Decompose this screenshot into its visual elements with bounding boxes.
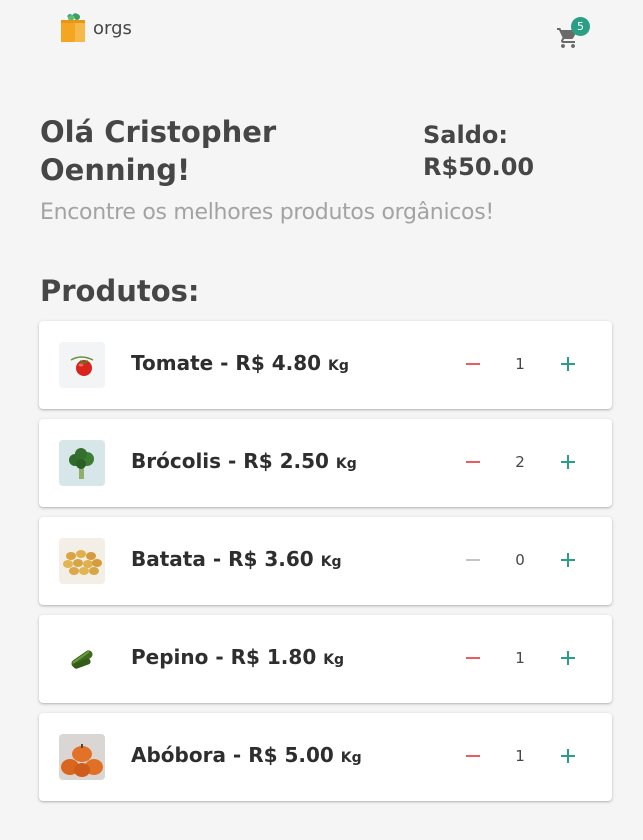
- app-logo[interactable]: orgs: [60, 13, 132, 43]
- cart-count-badge: 5: [571, 17, 590, 36]
- plus-icon: [561, 651, 575, 665]
- product-title: Batata - R$ 3.60 Kg: [131, 547, 342, 571]
- product-card-abobora: Abóbora - R$ 5.00 Kg 1: [39, 713, 612, 801]
- product-unit: Kg: [328, 358, 349, 374]
- product-card-batata: Batata - R$ 3.60 Kg 0: [39, 517, 612, 605]
- minus-icon: [466, 559, 480, 561]
- product-price: R$ 5.00: [248, 743, 334, 767]
- product-name: Brócolis: [131, 449, 222, 473]
- product-unit: Kg: [335, 456, 357, 472]
- product-title: Tomate - R$ 4.80 Kg: [131, 351, 349, 375]
- increase-quantity-button[interactable]: [553, 349, 583, 379]
- product-card-pepino: Pepino - R$ 1.80 Kg 1: [39, 615, 612, 703]
- plus-icon: [561, 357, 575, 371]
- product-unit: Kg: [323, 652, 345, 668]
- product-price: R$ 3.60: [228, 547, 314, 571]
- quantity-value: 1: [515, 747, 525, 765]
- balance-label: Saldo:: [423, 121, 508, 149]
- product-image-pepino: [59, 636, 105, 682]
- increase-quantity-button[interactable]: [553, 447, 583, 477]
- minus-icon: [466, 755, 480, 757]
- product-image-abobora: [59, 734, 105, 780]
- decrease-quantity-button[interactable]: [458, 545, 488, 575]
- quantity-value: 1: [515, 649, 525, 667]
- decrease-quantity-button[interactable]: [458, 349, 488, 379]
- logo-text: orgs: [93, 17, 132, 39]
- balance-value: R$50.00: [423, 153, 535, 181]
- grocery-bag-icon: [60, 13, 88, 43]
- product-unit: Kg: [340, 750, 362, 766]
- decrease-quantity-button[interactable]: [458, 447, 488, 477]
- increase-quantity-button[interactable]: [553, 545, 583, 575]
- product-unit: Kg: [320, 554, 342, 570]
- products-heading: Produtos:: [40, 274, 200, 308]
- quantity-value: 0: [515, 551, 525, 569]
- product-card-tomate: Tomate - R$ 4.80 Kg 1: [39, 321, 612, 409]
- minus-icon: [466, 461, 480, 463]
- quantity-value: 1: [515, 355, 525, 373]
- product-name: Tomate: [131, 351, 214, 375]
- plus-icon: [561, 749, 575, 763]
- product-title: Pepino - R$ 1.80 Kg: [131, 645, 345, 669]
- product-image-batata: [59, 538, 105, 584]
- product-price: R$ 4.80: [235, 351, 322, 375]
- product-name: Pepino: [131, 645, 209, 669]
- top-bar: orgs 5: [0, 0, 643, 60]
- decrease-quantity-button[interactable]: [458, 741, 488, 771]
- increase-quantity-button[interactable]: [553, 643, 583, 673]
- product-image-brocolis: [59, 440, 105, 486]
- decrease-quantity-button[interactable]: [458, 643, 488, 673]
- balance: Saldo: R$50.00: [423, 119, 623, 183]
- plus-icon: [561, 553, 575, 567]
- plus-icon: [561, 455, 575, 469]
- increase-quantity-button[interactable]: [553, 741, 583, 771]
- quantity-value: 2: [515, 453, 525, 471]
- product-image-tomate: [59, 342, 105, 388]
- greeting-title: Olá Cristopher Oenning!: [40, 115, 277, 187]
- product-title: Abóbora - R$ 5.00 Kg: [131, 743, 362, 767]
- product-title: Brócolis - R$ 2.50 Kg: [131, 449, 357, 473]
- product-price: R$ 1.80: [230, 645, 317, 669]
- product-card-brocolis: Brócolis - R$ 2.50 Kg 2: [39, 419, 612, 507]
- minus-icon: [466, 657, 480, 659]
- minus-icon: [466, 363, 480, 365]
- product-name: Batata: [131, 547, 206, 571]
- page-subtitle: Encontre os melhores produtos orgânicos!: [40, 200, 494, 225]
- product-price: R$ 2.50: [243, 449, 329, 473]
- product-name: Abóbora: [131, 743, 226, 767]
